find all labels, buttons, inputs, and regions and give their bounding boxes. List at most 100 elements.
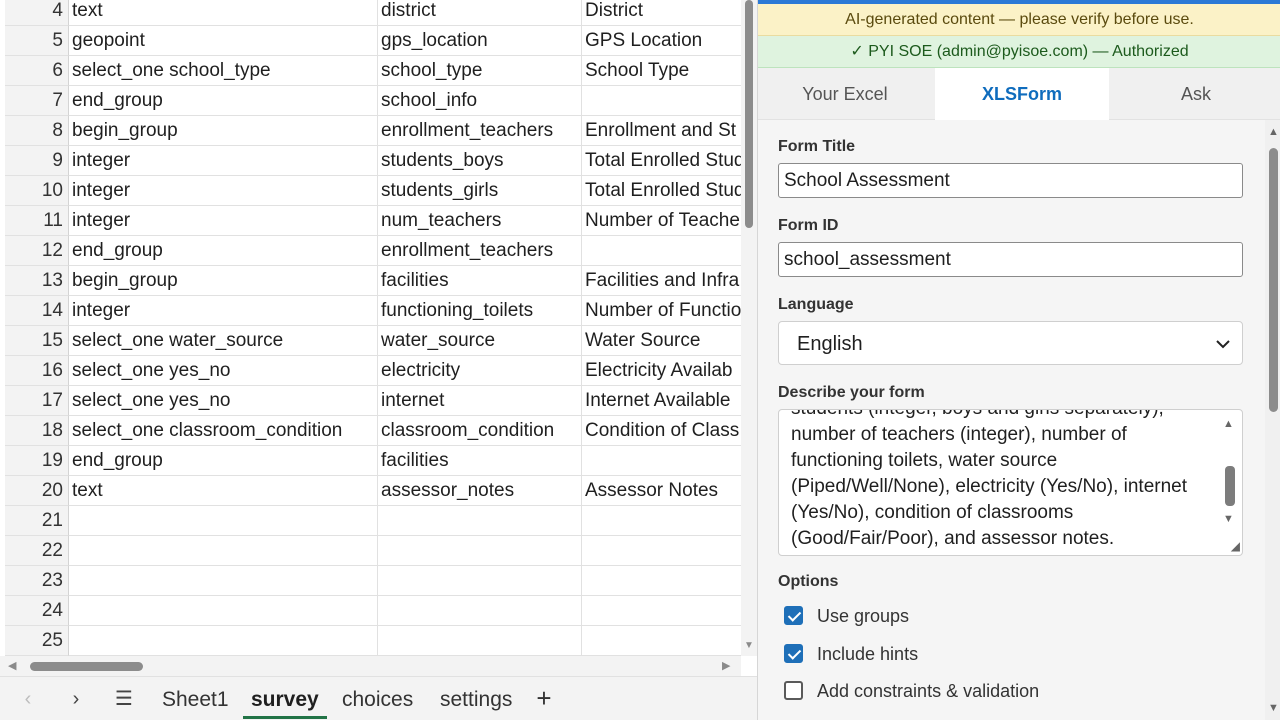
- cell-type[interactable]: [69, 596, 378, 626]
- cell-label[interactable]: [582, 446, 741, 476]
- cell-label[interactable]: [582, 536, 741, 566]
- cell-name[interactable]: classroom_condition: [378, 416, 582, 446]
- cell-label[interactable]: Internet Available: [582, 386, 741, 416]
- hamburger-menu-icon[interactable]: ☰: [110, 685, 138, 713]
- resize-handle-icon[interactable]: ◢: [1231, 539, 1240, 553]
- cell-name[interactable]: [378, 596, 582, 626]
- row-header[interactable]: 10: [5, 176, 69, 206]
- cell-type[interactable]: begin_group: [69, 266, 378, 296]
- tab-xlsform[interactable]: XLSForm: [935, 68, 1109, 120]
- horizontal-scroll-thumb[interactable]: [30, 662, 143, 671]
- row-header[interactable]: 22: [5, 536, 69, 566]
- row-header[interactable]: 16: [5, 356, 69, 386]
- cell-label[interactable]: Number of Functio: [582, 296, 741, 326]
- cell-name[interactable]: water_source: [378, 326, 582, 356]
- cell-label[interactable]: [582, 506, 741, 536]
- scroll-down-arrow-icon[interactable]: ▼: [1268, 702, 1279, 714]
- tab-your-excel[interactable]: Your Excel: [758, 68, 932, 120]
- cell-type[interactable]: select_one water_source: [69, 326, 378, 356]
- sheet-tab-settings[interactable]: settings: [430, 677, 522, 720]
- cell-name[interactable]: facilities: [378, 446, 582, 476]
- cell-name[interactable]: functioning_toilets: [378, 296, 582, 326]
- sheet-tab-survey[interactable]: survey: [241, 677, 329, 720]
- cell-type[interactable]: integer: [69, 176, 378, 206]
- row-header[interactable]: 25: [5, 626, 69, 656]
- row-header[interactable]: 18: [5, 416, 69, 446]
- cell-name[interactable]: internet: [378, 386, 582, 416]
- row-header[interactable]: 8: [5, 116, 69, 146]
- textarea-scroll-thumb[interactable]: [1225, 466, 1235, 506]
- vertical-scroll-thumb[interactable]: [745, 0, 753, 228]
- row-header[interactable]: 23: [5, 566, 69, 596]
- cell-type[interactable]: text: [69, 0, 378, 26]
- vertical-scrollbar[interactable]: ▼: [741, 0, 757, 656]
- row-header[interactable]: 20: [5, 476, 69, 506]
- cell-type[interactable]: [69, 536, 378, 566]
- cell-name[interactable]: students_boys: [378, 146, 582, 176]
- cell-type[interactable]: [69, 626, 378, 656]
- scroll-right-arrow-icon[interactable]: ▶: [722, 659, 730, 672]
- cell-name[interactable]: [378, 506, 582, 536]
- row-header[interactable]: 24: [5, 596, 69, 626]
- cell-type[interactable]: integer: [69, 206, 378, 236]
- cell-label[interactable]: [582, 566, 741, 596]
- cell-name[interactable]: electricity: [378, 356, 582, 386]
- cell-type[interactable]: geopoint: [69, 26, 378, 56]
- cell-label[interactable]: District: [582, 0, 741, 26]
- row-header[interactable]: 15: [5, 326, 69, 356]
- cell-name[interactable]: facilities: [378, 266, 582, 296]
- cell-label[interactable]: Electricity Availab: [582, 356, 741, 386]
- pane-scrollbar[interactable]: ▲ ▼: [1265, 120, 1280, 720]
- cell-label[interactable]: School Type: [582, 56, 741, 86]
- cell-label[interactable]: Total Enrolled Stud: [582, 146, 741, 176]
- cell-name[interactable]: school_info: [378, 86, 582, 116]
- cell-type[interactable]: end_group: [69, 86, 378, 116]
- cell-label[interactable]: [582, 626, 741, 656]
- cell-type[interactable]: select_one classroom_condition: [69, 416, 378, 446]
- scroll-up-arrow-icon[interactable]: ▲: [1223, 418, 1234, 430]
- cell-label[interactable]: [582, 236, 741, 266]
- cell-type[interactable]: end_group: [69, 446, 378, 476]
- pane-scroll-thumb[interactable]: [1269, 148, 1278, 412]
- cell-label[interactable]: [582, 86, 741, 116]
- chevron-right-icon[interactable]: ›: [62, 685, 90, 713]
- row-header[interactable]: 6: [5, 56, 69, 86]
- tab-ask[interactable]: Ask: [1109, 68, 1280, 120]
- row-header[interactable]: 4: [5, 0, 69, 26]
- cell-type[interactable]: end_group: [69, 236, 378, 266]
- cell-name[interactable]: students_girls: [378, 176, 582, 206]
- cell-type[interactable]: select_one school_type: [69, 56, 378, 86]
- plus-icon[interactable]: +: [530, 683, 558, 713]
- cell-type[interactable]: integer: [69, 146, 378, 176]
- scroll-down-arrow-icon[interactable]: ▼: [743, 640, 755, 652]
- cell-label[interactable]: Enrollment and St: [582, 116, 741, 146]
- cell-label[interactable]: GPS Location: [582, 26, 741, 56]
- cell-type[interactable]: [69, 506, 378, 536]
- row-header[interactable]: 13: [5, 266, 69, 296]
- checkbox-unchecked-icon[interactable]: [784, 681, 803, 700]
- row-header[interactable]: 9: [5, 146, 69, 176]
- scroll-up-arrow-icon[interactable]: ▲: [1268, 126, 1279, 138]
- horizontal-scrollbar[interactable]: ◀ ▶: [0, 656, 741, 676]
- cell-name[interactable]: school_type: [378, 56, 582, 86]
- sheet-tab-choices[interactable]: choices: [332, 677, 423, 720]
- cell-label[interactable]: Facilities and Infra: [582, 266, 741, 296]
- form-id-input[interactable]: school_assessment: [778, 242, 1243, 277]
- cell-name[interactable]: [378, 536, 582, 566]
- cell-label[interactable]: Total Enrolled Stud: [582, 176, 741, 206]
- cell-name[interactable]: assessor_notes: [378, 476, 582, 506]
- textarea-scrollbar[interactable]: ▲ ▼: [1218, 410, 1242, 555]
- chevron-left-icon[interactable]: ‹: [14, 685, 42, 713]
- cell-type[interactable]: begin_group: [69, 116, 378, 146]
- row-header[interactable]: 21: [5, 506, 69, 536]
- cell-type[interactable]: select_one yes_no: [69, 386, 378, 416]
- row-header[interactable]: 19: [5, 446, 69, 476]
- cell-type[interactable]: [69, 566, 378, 596]
- cell-type[interactable]: select_one yes_no: [69, 356, 378, 386]
- row-header[interactable]: 17: [5, 386, 69, 416]
- row-header[interactable]: 14: [5, 296, 69, 326]
- row-header[interactable]: 12: [5, 236, 69, 266]
- describe-form-textarea[interactable]: students (integer, boys and girls separa…: [778, 409, 1243, 556]
- cell-name[interactable]: district: [378, 0, 582, 26]
- checkbox-checked-icon[interactable]: [784, 606, 803, 625]
